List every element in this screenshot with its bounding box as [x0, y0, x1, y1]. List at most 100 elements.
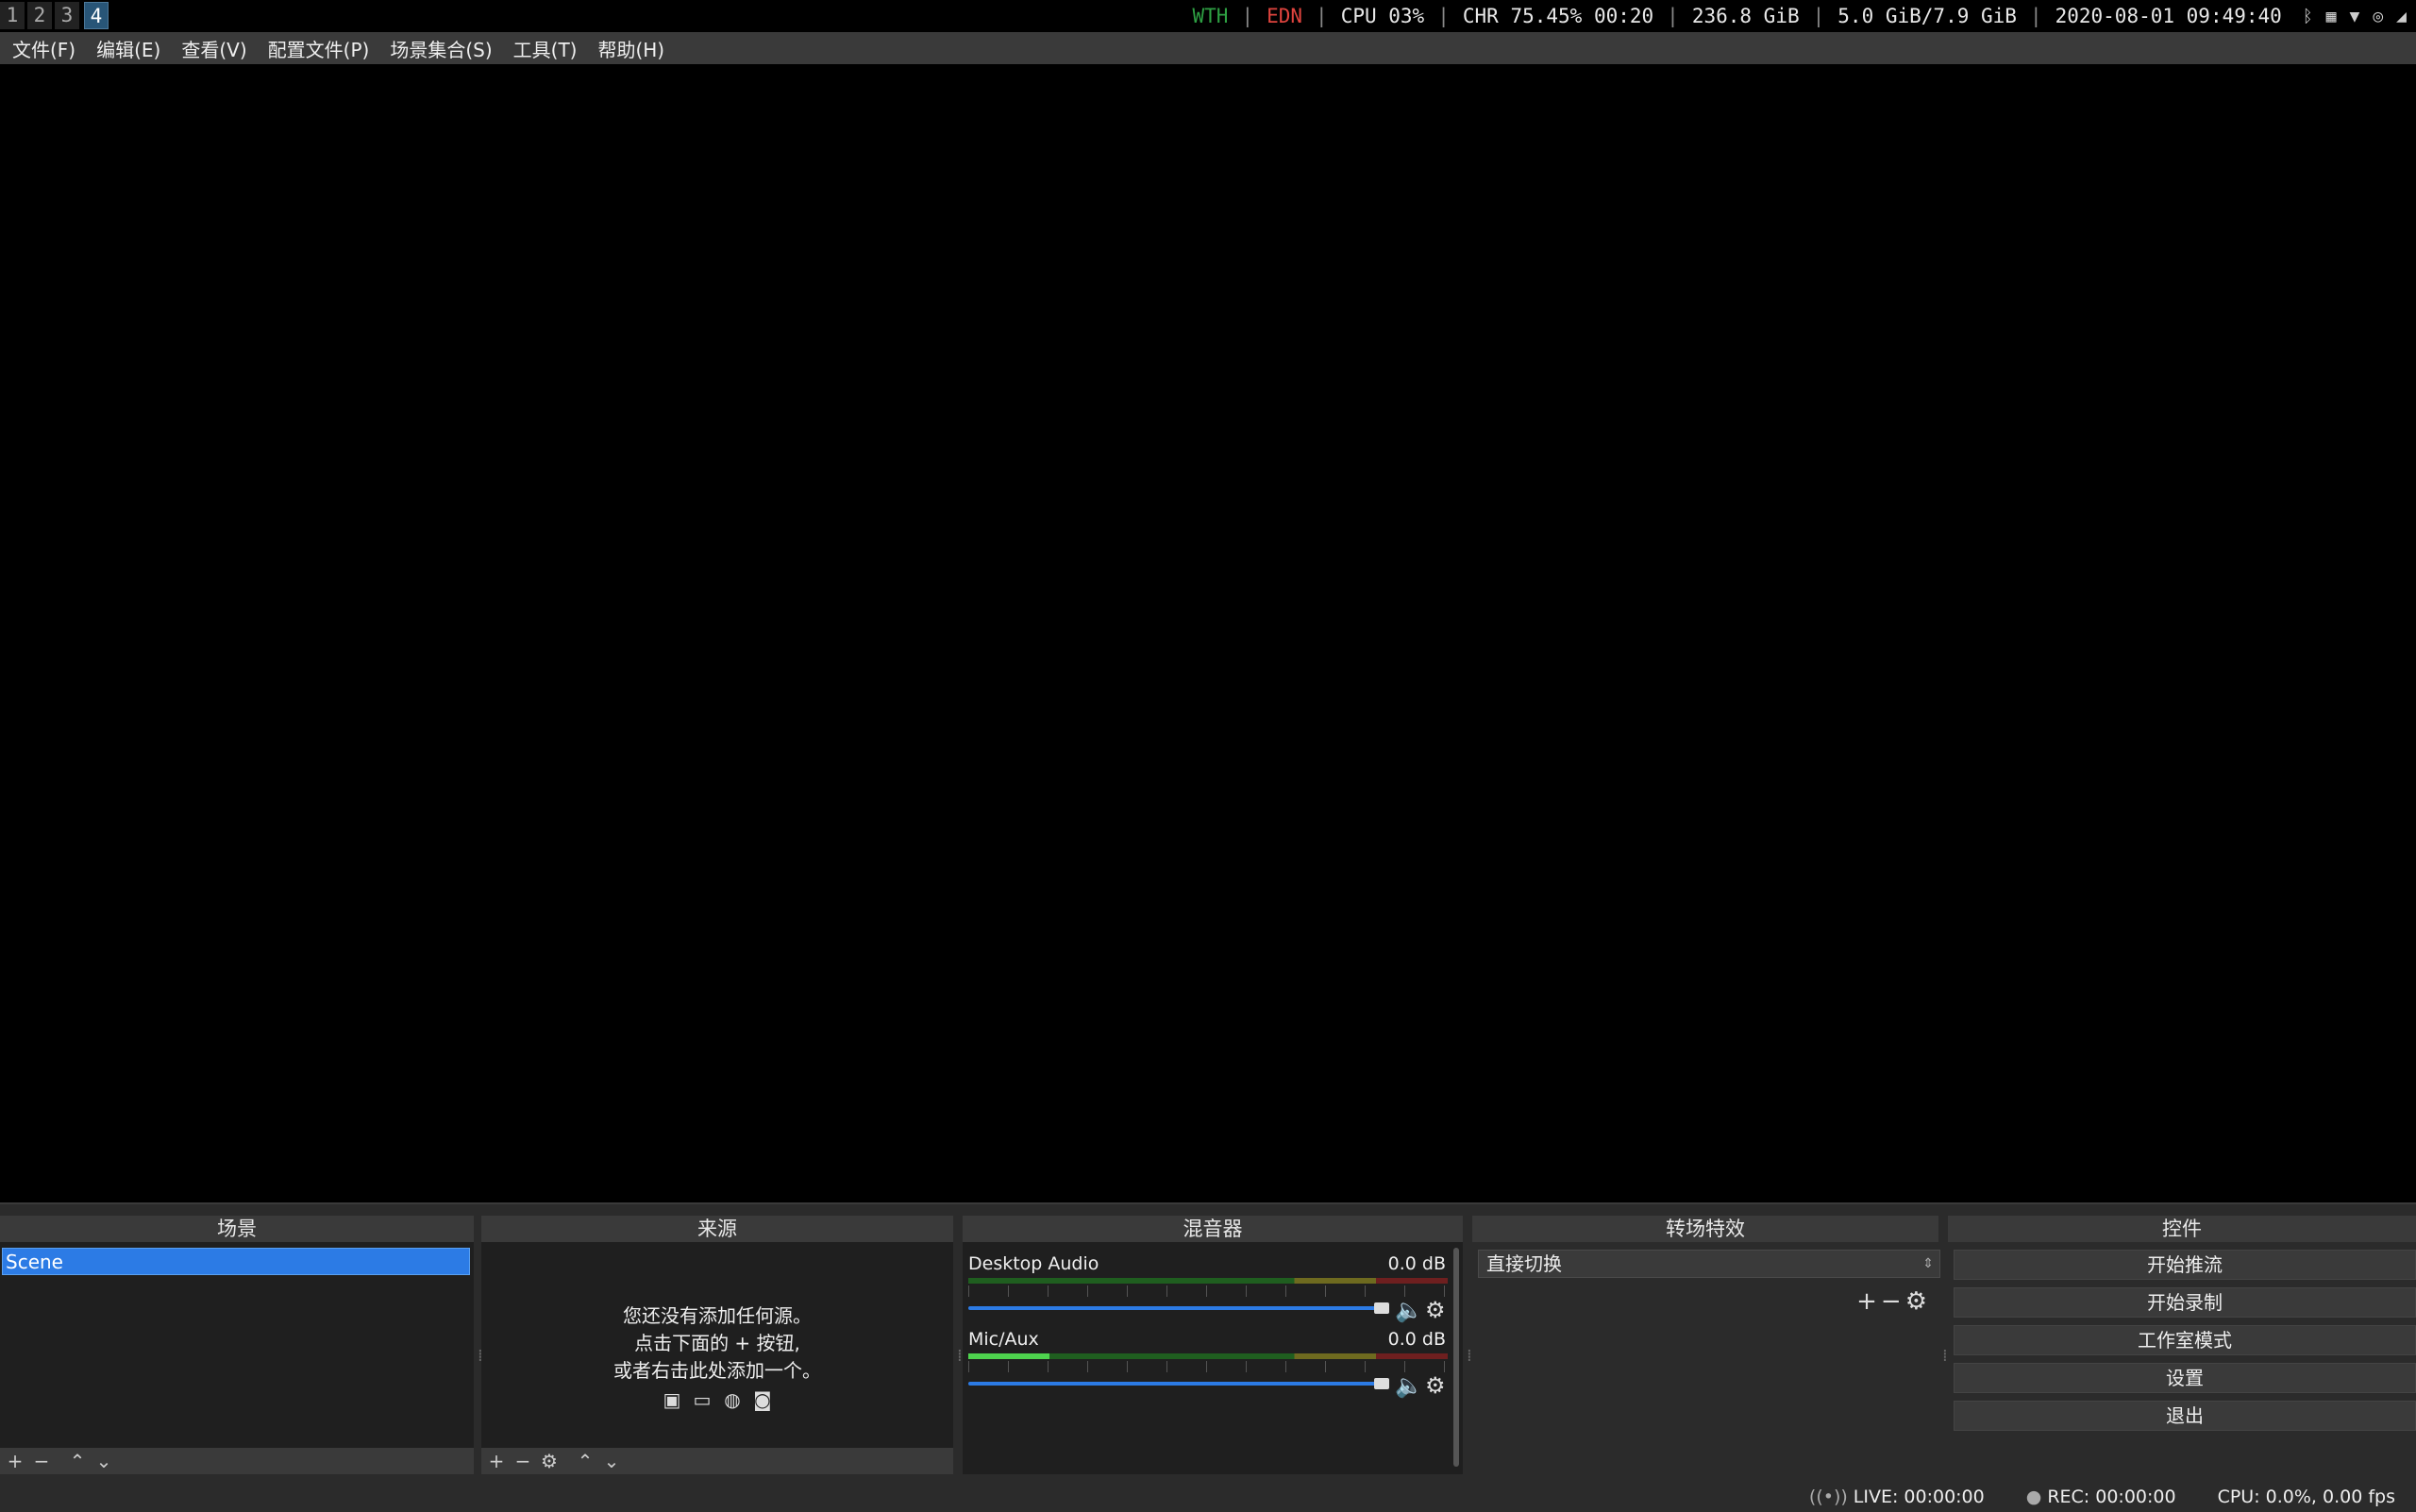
status-disk: 236.8 GiB — [1691, 5, 1800, 27]
record-dot-icon: ● — [2025, 1487, 2042, 1507]
scenes-dock: 场景 Scene + − ⌃ ⌄ — [0, 1216, 474, 1474]
menubar: 文件(F) 编辑(E) 查看(V) 配置文件(P) 场景集合(S) 工具(T) … — [0, 32, 2416, 64]
add-source-button[interactable]: + — [485, 1450, 508, 1472]
start-recording-button[interactable]: 开始录制 — [1954, 1287, 2416, 1318]
volume-slider-handle[interactable] — [1374, 1302, 1389, 1314]
workspace-4[interactable]: 4 — [84, 2, 109, 29]
channel-name: Desktop Audio — [968, 1253, 1099, 1274]
meter-ticks — [968, 1361, 1448, 1372]
scene-list-item[interactable]: Scene — [2, 1248, 470, 1275]
mixer-scrollbar[interactable] — [1453, 1248, 1459, 1467]
preview-canvas[interactable] — [0, 64, 2416, 1202]
separator: | — [1241, 5, 1254, 27]
studio-mode-button[interactable]: 工作室模式 — [1954, 1325, 2416, 1355]
start-streaming-button[interactable]: 开始推流 — [1954, 1250, 2416, 1280]
channel-name: Mic/Aux — [968, 1329, 1039, 1350]
gear-icon[interactable]: ⚙ — [1425, 1372, 1446, 1399]
add-scene-button[interactable]: + — [4, 1450, 26, 1472]
meter-ticks — [968, 1285, 1448, 1297]
volume-slider[interactable] — [968, 1382, 1389, 1386]
dock-splitter[interactable]: ⁞ — [957, 1346, 963, 1374]
live-status: ((•)) LIVE: 00:00:00 — [1809, 1487, 2005, 1507]
transitions-title: 转场特效 — [1472, 1216, 1938, 1242]
workspace-2[interactable]: 2 — [27, 2, 52, 29]
bluetooth-icon[interactable]: ᛒ — [2303, 7, 2313, 26]
transition-properties-gear-icon[interactable]: ⚙ — [1905, 1287, 1931, 1316]
menu-edit[interactable]: 编辑(E) — [88, 35, 169, 62]
sources-toolbar: + − ⚙ ⌃ ⌄ — [481, 1448, 953, 1474]
sources-dock: 来源 您还没有添加任何源。 点击下面的 + 按钮, 或者右击此处添加一个。 ▣ … — [481, 1216, 953, 1474]
empty-line-3: 或者右击此处添加一个。 — [613, 1359, 821, 1382]
transition-select[interactable]: 直接切换 ⇕ — [1478, 1250, 1940, 1278]
gear-icon[interactable]: ⚙ — [1425, 1297, 1446, 1323]
status-bar: ((•)) LIVE: 00:00:00 ● REC: 00:00:00 CPU: … — [0, 1482, 2416, 1512]
separator: | — [1316, 5, 1328, 27]
volume-meter — [968, 1278, 1448, 1284]
broadcast-icon: ((•)) — [1808, 1487, 1848, 1507]
move-down-icon[interactable]: ⌄ — [92, 1450, 115, 1472]
globe-icon: ◍ — [724, 1388, 741, 1411]
workspace-3[interactable]: 3 — [55, 2, 79, 29]
source-settings-gear-icon[interactable]: ⚙ — [538, 1450, 561, 1472]
dock-area: 场景 Scene + − ⌃ ⌄ ⁞ 来源 您还没有添加任何源。 点击下面的 +… — [0, 1202, 2416, 1512]
mixer-channel-mic-aux: Mic/Aux 0.0 dB 🔈 ⚙ — [968, 1329, 1448, 1399]
obs-icon[interactable]: ◎ — [2373, 7, 2383, 26]
status-datetime: 2020-08-01 09:49:40 — [2055, 5, 2282, 27]
dock-splitter[interactable]: ⁞ — [1467, 1346, 1472, 1374]
settings-button[interactable]: 设置 — [1954, 1363, 2416, 1393]
remove-transition-button[interactable]: − — [1881, 1287, 1905, 1316]
remove-source-button[interactable]: − — [512, 1450, 534, 1472]
exit-button[interactable]: 退出 — [1954, 1401, 2416, 1431]
menu-file[interactable]: 文件(F) — [4, 35, 84, 62]
channel-db: 0.0 dB — [1387, 1329, 1446, 1350]
status-wth: WTH — [1192, 5, 1229, 27]
rec-time: REC: 00:00:00 — [2047, 1487, 2176, 1507]
separator: | — [1667, 5, 1679, 27]
controls-dock: 控件 开始推流 开始录制 工作室模式 设置 退出 — [1948, 1216, 2416, 1474]
dock-splitter[interactable]: ⁞ — [1942, 1346, 1948, 1374]
empty-line-2: 点击下面的 + 按钮, — [634, 1332, 800, 1354]
speaker-icon[interactable]: 🔈 — [1395, 1297, 1423, 1323]
camera-icon: ◙ — [753, 1388, 772, 1411]
status-battery: CHR 75.45% 00:20 — [1462, 5, 1654, 27]
status-cpu: CPU 03% — [1340, 5, 1425, 27]
status-edn: EDN — [1267, 5, 1303, 27]
transition-selected: 直接切换 — [1486, 1252, 1562, 1275]
menu-view[interactable]: 查看(V) — [173, 35, 255, 62]
telegram-icon[interactable]: ◢ — [2396, 7, 2407, 26]
separator: | — [1812, 5, 1825, 27]
mixer-channel-desktop-audio: Desktop Audio 0.0 dB 🔈 ⚙ — [968, 1253, 1448, 1323]
move-up-icon[interactable]: ⌃ — [66, 1450, 89, 1472]
mixer-dock: 混音器 Desktop Audio 0.0 dB 🔈 ⚙ Mic/Aux 0.0… — [963, 1216, 1463, 1474]
mixer-title: 混音器 — [963, 1216, 1463, 1242]
menu-profile[interactable]: 配置文件(P) — [260, 35, 378, 62]
image-icon: ▣ — [663, 1388, 681, 1411]
separator: | — [2029, 5, 2042, 27]
sources-title: 来源 — [481, 1216, 953, 1242]
system-status-bar: 1 2 3 4 WTH | EDN | CPU 03% | CHR 75.45%… — [0, 0, 2416, 32]
speaker-icon[interactable]: 🔈 — [1395, 1372, 1423, 1399]
controls-title: 控件 — [1948, 1216, 2416, 1242]
system-tray: ᛒ ▦ ▼ ◎ ◢ — [2303, 7, 2407, 26]
source-type-icons: ▣ ▭ ◍ ◙ — [481, 1388, 953, 1411]
menu-scene-collection[interactable]: 场景集合(S) — [381, 35, 500, 62]
menu-help[interactable]: 帮助(H) — [589, 35, 673, 62]
sources-empty-message[interactable]: 您还没有添加任何源。 点击下面的 + 按钮, 或者右击此处添加一个。 ▣ ▭ ◍… — [481, 1302, 953, 1411]
cpu-fps: CPU: 0.0%, 0.00 fps — [2217, 1487, 2395, 1507]
add-transition-button[interactable]: + — [1856, 1287, 1881, 1316]
menu-tools[interactable]: 工具(T) — [505, 35, 586, 62]
display-icon: ▭ — [693, 1388, 712, 1411]
volume-meter — [968, 1353, 1448, 1359]
live-time: LIVE: 00:00:00 — [1853, 1487, 1985, 1507]
volume-slider-handle[interactable] — [1374, 1378, 1389, 1389]
scenes-title: 场景 — [0, 1216, 474, 1242]
camera-icon[interactable]: ▦ — [2326, 7, 2337, 26]
volume-slider[interactable] — [968, 1306, 1389, 1310]
workspace-1[interactable]: 1 — [0, 2, 25, 29]
separator: | — [1437, 5, 1450, 27]
remove-scene-button[interactable]: − — [30, 1450, 53, 1472]
move-down-icon[interactable]: ⌄ — [600, 1450, 623, 1472]
updown-arrows-icon: ⇕ — [1922, 1256, 1934, 1271]
move-up-icon[interactable]: ⌃ — [574, 1450, 596, 1472]
wifi-icon[interactable]: ▼ — [2349, 7, 2359, 26]
